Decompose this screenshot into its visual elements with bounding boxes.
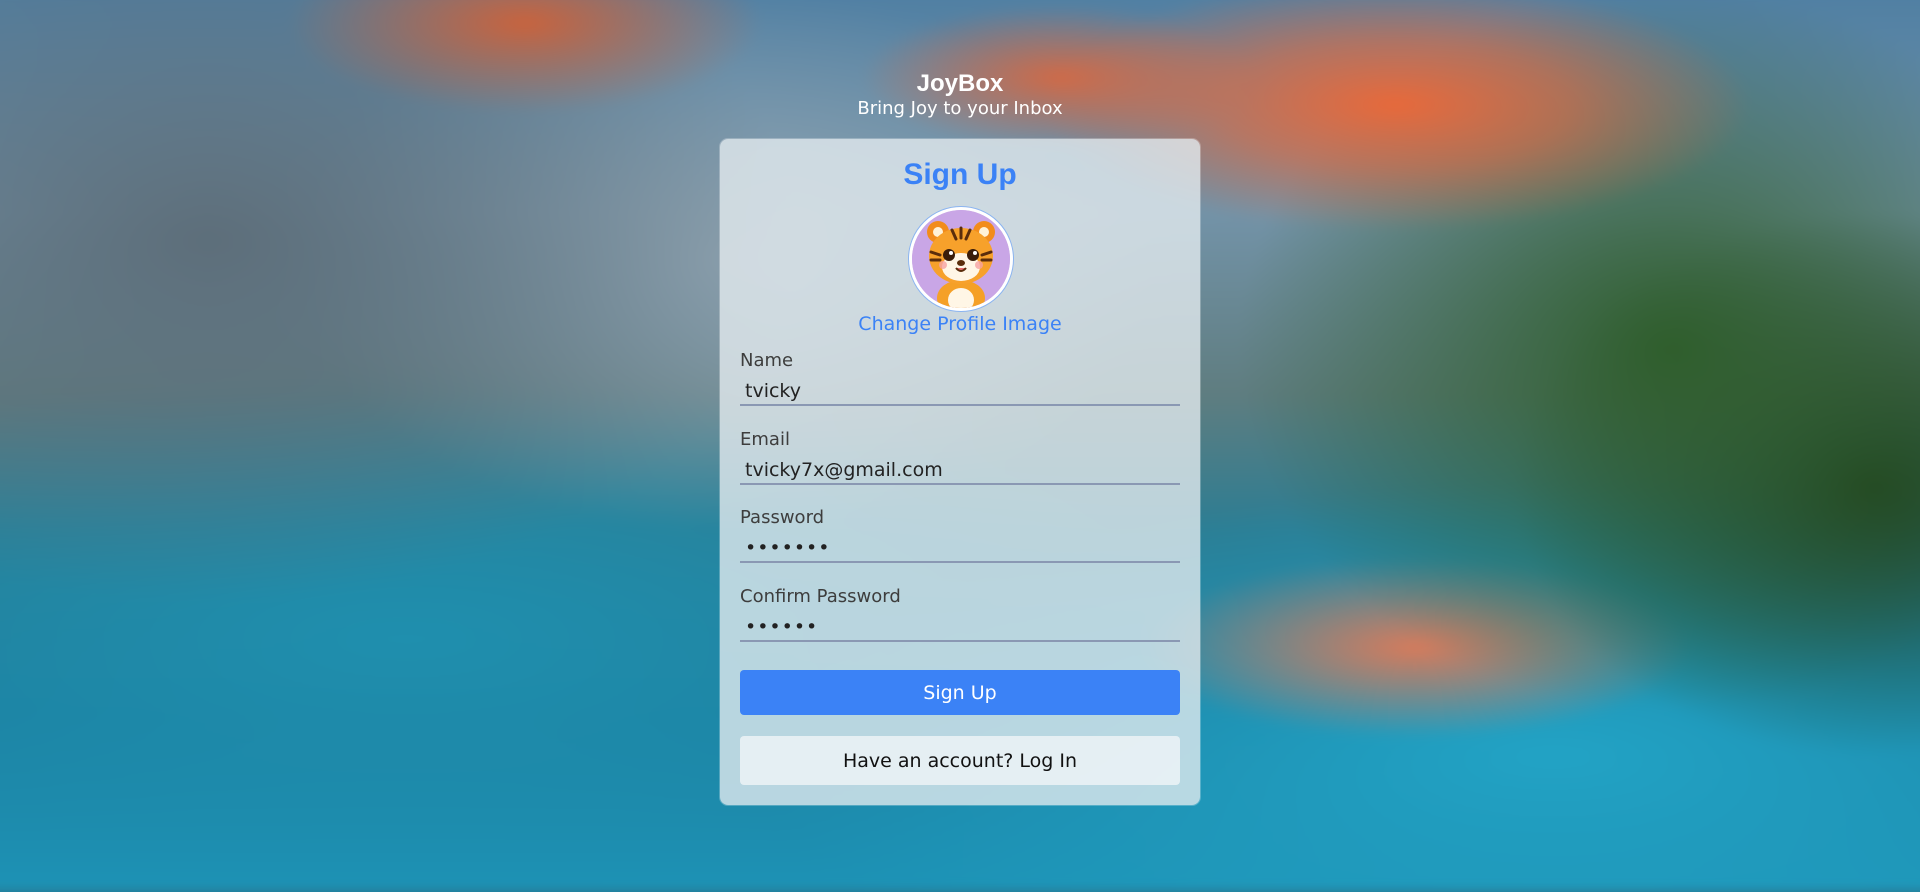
email-input[interactable]: [740, 457, 1180, 485]
email-label: Email: [740, 429, 790, 450]
password-input[interactable]: [740, 535, 1180, 563]
tiger-avatar-icon[interactable]: [909, 207, 1013, 311]
signup-card: Sign Up Change Profile Image Name tvicky…: [720, 139, 1200, 805]
change-profile-image-link[interactable]: Change Profile Image: [720, 313, 1200, 335]
log-in-button[interactable]: Have an account? Log In: [740, 736, 1180, 785]
name-input[interactable]: [740, 378, 1180, 406]
password-label: Password: [740, 507, 825, 528]
password-field: Password: [740, 507, 1180, 563]
email-field: Email: [740, 429, 1180, 485]
confirm-password-label: Confirm Password: [740, 586, 901, 607]
brand-name: JoyBox: [916, 70, 1004, 97]
confirm-password-input[interactable]: [740, 614, 1180, 642]
name-field: Name: [740, 350, 1180, 406]
sign-up-button[interactable]: Sign Up: [740, 670, 1180, 715]
confirm-password-field: Confirm Password: [740, 586, 1180, 642]
name-label: Name: [740, 350, 794, 371]
card-title: Sign Up: [903, 158, 1017, 191]
tiger-avatar-svg: [912, 210, 1010, 308]
brand-tagline: Bring Joy to your Inbox: [857, 98, 1063, 119]
brand-header: JoyBox Bring Joy to your Inbox: [0, 70, 1920, 120]
